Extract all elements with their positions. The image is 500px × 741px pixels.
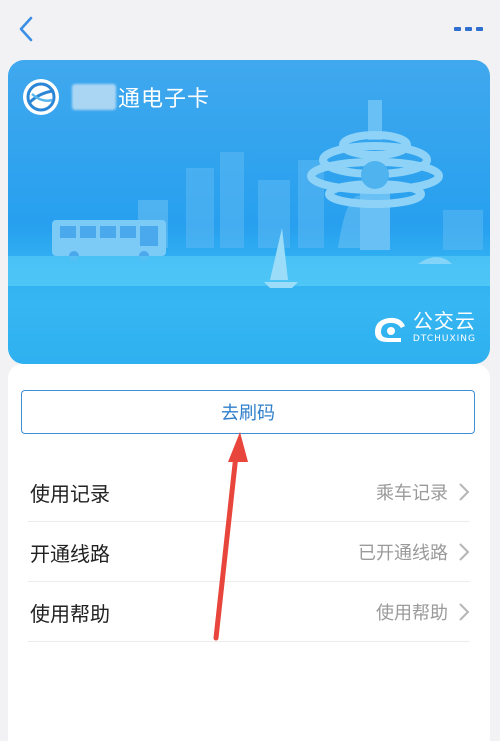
more-dots-icon xyxy=(454,27,483,31)
row-value: 乘车记录 xyxy=(376,483,448,504)
divider xyxy=(28,641,470,642)
list-item-usage-records[interactable]: 使用记录 乘车记录 xyxy=(8,462,490,522)
redacted-city-name xyxy=(72,84,116,110)
card-actions-panel: 去刷码 使用记录 乘车记录 开通线路 已开通线路 使用帮助 使用帮助 xyxy=(8,364,490,741)
brand-mark: 公交云 DTCHUXING xyxy=(371,310,476,344)
transit-card[interactable]: 通电子卡 公交云 DTCHUXING xyxy=(8,60,490,364)
row-label: 开通线路 xyxy=(30,541,110,566)
card-title-text: 通电子卡 xyxy=(118,87,211,112)
transit-logo-icon xyxy=(22,78,60,116)
list-item-open-routes[interactable]: 开通线路 已开通线路 xyxy=(8,522,490,582)
row-value: 使用帮助 xyxy=(376,603,448,624)
row-value: 已开通线路 xyxy=(358,543,448,564)
top-nav-bar xyxy=(0,0,500,60)
chevron-right-icon xyxy=(459,543,470,561)
scan-code-button[interactable]: 去刷码 xyxy=(21,390,475,434)
row-label: 使用记录 xyxy=(30,481,110,506)
list-item-help[interactable]: 使用帮助 使用帮助 xyxy=(8,582,490,642)
card-title: 通电子卡 xyxy=(72,82,210,112)
back-button[interactable] xyxy=(12,14,40,44)
chevron-left-icon xyxy=(19,16,33,42)
chevron-right-icon xyxy=(459,603,470,621)
brand-subtitle: DTCHUXING xyxy=(412,333,476,344)
more-button[interactable] xyxy=(452,16,486,42)
row-label: 使用帮助 xyxy=(30,601,110,626)
bus-cloud-logo-icon xyxy=(374,317,405,342)
chevron-right-icon xyxy=(459,483,470,501)
brand-name: 公交云 xyxy=(412,308,476,333)
